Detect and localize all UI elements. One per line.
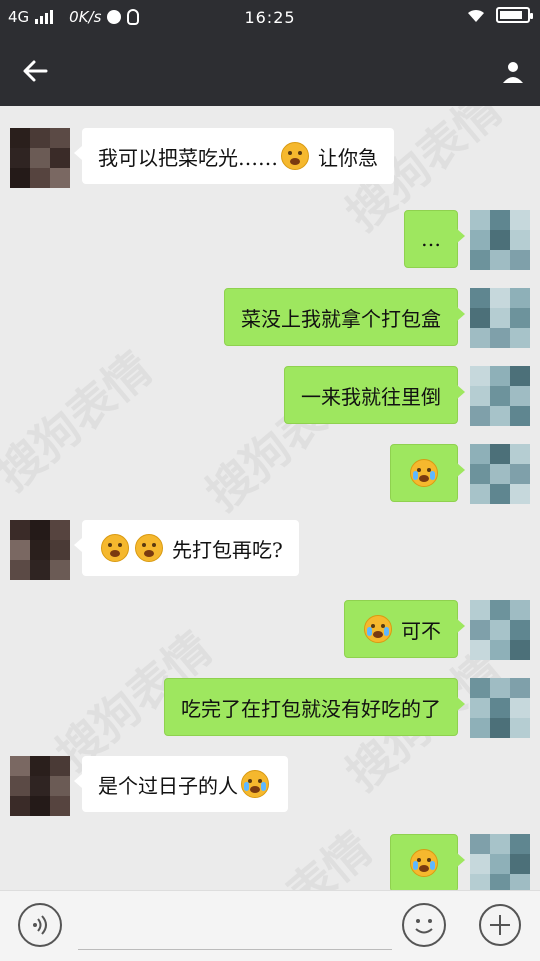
message-input[interactable] <box>78 907 392 950</box>
shocked-emoji-icon <box>101 534 129 562</box>
avatar[interactable] <box>470 444 530 504</box>
crying-emoji-icon <box>364 615 392 643</box>
avatar[interactable] <box>10 128 70 188</box>
plus-icon[interactable] <box>478 903 522 947</box>
shocked-emoji-icon <box>135 534 163 562</box>
shocked-emoji-icon <box>281 142 309 170</box>
incoming-message: 我可以把菜吃光…… 让你急 <box>10 128 406 188</box>
incoming-message: 先打包再吃? <box>10 520 311 580</box>
message-bubble[interactable]: 吃完了在打包就没有好吃的了 <box>164 678 465 736</box>
watermark: 搜狗表情 <box>200 815 383 890</box>
message-text: 我可以把菜吃光…… <box>98 145 278 170</box>
status-right <box>466 7 533 23</box>
outgoing-message: 菜没上我就拿个打包盒 <box>212 288 530 348</box>
battery-icon <box>496 7 533 23</box>
outgoing-message <box>378 834 530 890</box>
incoming-message: 是个过日子的人 <box>10 756 300 816</box>
wifi-icon <box>468 9 484 22</box>
outgoing-message: 吃完了在打包就没有好吃的了 <box>152 678 530 738</box>
message-text: 吃完了在打包就没有好吃的了 <box>181 696 441 721</box>
input-bar <box>0 890 540 961</box>
avatar[interactable] <box>470 600 530 660</box>
chat-header <box>0 36 540 106</box>
message-text: 让你急 <box>318 145 378 170</box>
message-text: 菜没上我就拿个打包盒 <box>241 306 441 331</box>
message-bubble[interactable]: … <box>404 210 465 268</box>
avatar[interactable] <box>470 210 530 270</box>
avatar[interactable] <box>10 520 70 580</box>
avatar[interactable] <box>470 288 530 348</box>
avatar[interactable] <box>470 678 530 738</box>
message-text: 可不 <box>401 618 441 643</box>
message-bubble[interactable]: 菜没上我就拿个打包盒 <box>224 288 465 346</box>
avatar[interactable] <box>470 834 530 890</box>
crying-emoji-icon <box>410 849 438 877</box>
outgoing-message: 可不 <box>332 600 530 660</box>
message-text: 是个过日子的人 <box>98 773 238 798</box>
message-text: … <box>421 227 441 251</box>
message-bubble[interactable] <box>390 834 465 890</box>
outgoing-message: 一来我就往里倒 <box>272 366 530 426</box>
message-list[interactable]: 搜狗表情 搜狗表情 搜狗表情 搜狗表情 搜狗表情 搜狗表情 我可以把菜吃光……让… <box>0 106 540 890</box>
clock: 16:25 <box>244 8 296 27</box>
message-text: 先打包再吃? <box>172 537 283 562</box>
outgoing-message <box>378 444 530 504</box>
outgoing-message: … <box>392 210 530 270</box>
contact-info-icon[interactable] <box>498 56 528 86</box>
message-bubble[interactable]: 可不 <box>344 600 465 658</box>
message-bubble[interactable]: 一来我就往里倒 <box>284 366 465 424</box>
message-bubble[interactable]: 是个过日子的人 <box>74 756 288 812</box>
back-arrow-icon[interactable] <box>18 53 54 89</box>
message-bubble[interactable] <box>390 444 465 502</box>
avatar[interactable] <box>10 756 70 816</box>
message-text: 一来我就往里倒 <box>301 384 441 409</box>
message-bubble[interactable]: 我可以把菜吃光…… 让你急 <box>74 128 394 184</box>
crying-emoji-icon <box>410 459 438 487</box>
status-bar: 4G 0K/s 16:25 <box>0 0 540 36</box>
watermark: 搜狗表情 <box>0 341 162 502</box>
message-bubble[interactable]: 先打包再吃? <box>74 520 299 576</box>
emoji-icon[interactable] <box>402 903 446 947</box>
crying-emoji-icon <box>241 770 269 798</box>
avatar[interactable] <box>470 366 530 426</box>
voice-icon[interactable] <box>18 903 62 947</box>
